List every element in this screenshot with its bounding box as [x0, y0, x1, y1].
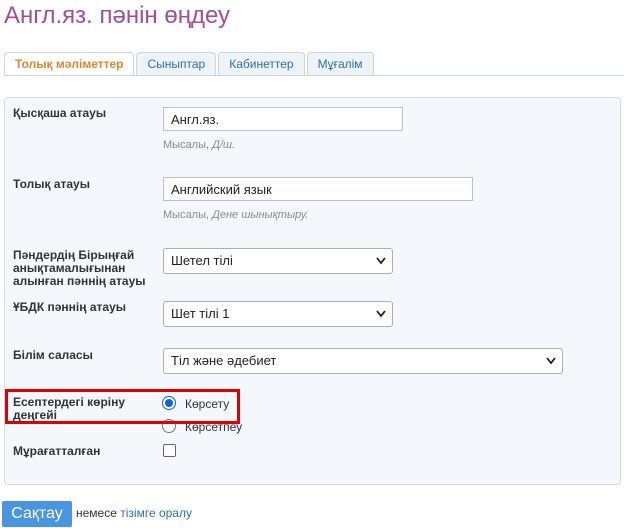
form-panel — [4, 97, 621, 485]
unified-reference-value: Шетел тілі — [171, 253, 233, 268]
education-field-label: Білім саласы — [13, 348, 93, 362]
highlight-box — [5, 389, 240, 424]
short-name-label: Қысқаша атауы — [13, 106, 107, 120]
tab-teacher[interactable]: Мұғалім — [306, 52, 374, 75]
tab-rooms[interactable]: Кабинеттер — [218, 52, 305, 75]
back-to-list-link[interactable]: тізімге оралу — [120, 506, 192, 520]
short-name-input[interactable]: Англ.яз. — [163, 107, 403, 131]
education-field-select[interactable]: Тіл және әдебиет — [163, 348, 563, 374]
education-field-value: Тіл және әдебиет — [171, 353, 277, 368]
ubdk-label: ҰБДК пәннің атауы — [13, 300, 126, 314]
chevron-down-icon — [546, 357, 556, 365]
full-name-input[interactable]: Английский язык — [163, 177, 473, 201]
save-button[interactable]: Сақтау — [2, 501, 72, 527]
chevron-down-icon — [376, 257, 386, 265]
tab-bar: Толық мәліметтер Сыныптар Кабинеттер Мұғ… — [4, 52, 376, 76]
page-title: Англ.яз. пәнін өңдеу — [4, 2, 231, 29]
unified-reference-select[interactable]: Шетел тілі — [163, 248, 393, 274]
chevron-down-icon — [376, 310, 386, 318]
short-name-hint: Мысалы, Д/ш. — [163, 139, 236, 151]
full-name-label: Толық атауы — [13, 177, 90, 191]
footer-text: немесе тізімге оралу — [76, 506, 192, 520]
tab-details[interactable]: Толық мәліметтер — [4, 52, 135, 76]
ubdk-select[interactable]: Шет тілі 1 — [163, 301, 393, 327]
ubdk-value: Шет тілі 1 — [171, 306, 230, 321]
tab-classes[interactable]: Сыныптар — [136, 52, 217, 75]
archived-checkbox[interactable] — [163, 444, 176, 457]
tab-divider — [4, 75, 624, 76]
archived-label: Мұрағатталған — [13, 444, 101, 458]
full-name-hint: Мысалы, Дене шынықтыру. — [163, 209, 309, 221]
or-text: немесе — [76, 506, 117, 520]
unified-reference-label: Пәндердің Бірыңғай анықтамалығынан алынғ… — [13, 248, 146, 288]
